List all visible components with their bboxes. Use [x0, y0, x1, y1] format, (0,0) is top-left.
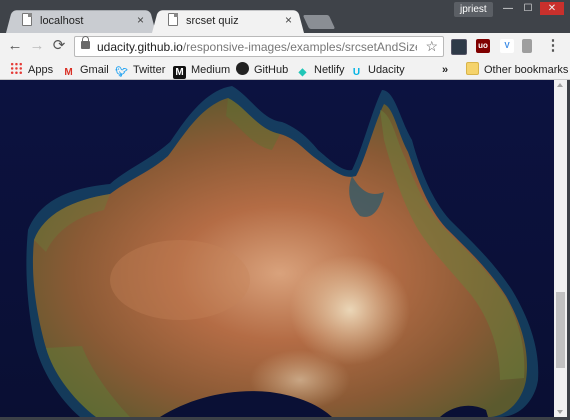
maximize-button[interactable]: ☐: [518, 2, 538, 15]
dark-ext-icon[interactable]: [451, 39, 467, 55]
tab-title: srcset quiz: [186, 15, 239, 27]
apps-grid-icon: [10, 62, 23, 75]
bookmarks-bar: Apps M Gmail 🐦︎ Twitter M Medium GitHub ◆ Ne…: [0, 60, 570, 80]
other-bookmarks[interactable]: Other bookmarks: [466, 62, 568, 78]
address-bar[interactable]: udacity.github.io/responsive-images/exam…: [74, 36, 444, 57]
bookmark-label: Medium: [191, 64, 231, 76]
bookmarks-overflow-button[interactable]: »: [442, 62, 448, 78]
bookmark-label: Twitter: [133, 64, 166, 76]
bookmark-github[interactable]: GitHub: [236, 62, 288, 78]
bookmark-label: GitHub: [254, 64, 289, 76]
reload-button[interactable]: ⟳: [50, 37, 68, 55]
medium-icon: M: [173, 66, 186, 79]
github-icon: [236, 62, 249, 75]
bookmark-netlify[interactable]: ◆ Netlify: [296, 62, 345, 78]
bookmark-label: Udacity: [368, 64, 405, 76]
browser-window: localhost × srcset quiz × jpriest — ☐ ✕ …: [0, 0, 570, 420]
minimize-button[interactable]: —: [498, 2, 518, 15]
tab-close-icon[interactable]: ×: [285, 13, 292, 27]
new-tab-button[interactable]: [302, 15, 336, 29]
scrollbar-thumb[interactable]: [556, 292, 565, 368]
ublock-icon[interactable]: uo: [476, 39, 490, 53]
bookmark-label: Gmail: [80, 64, 109, 76]
folder-icon: [466, 62, 479, 75]
url-host: udacity.github.io: [97, 40, 183, 54]
bookmark-medium[interactable]: M Medium: [173, 62, 231, 79]
udacity-icon: U: [352, 67, 361, 78]
url-path: /responsive-images/examples/srcsetAndSiz…: [182, 40, 417, 54]
title-bar: localhost × srcset quiz × jpriest — ☐ ✕: [0, 0, 570, 34]
tab-title: localhost: [40, 15, 84, 27]
bookmark-label: Netlify: [314, 64, 345, 76]
forward-button[interactable]: →: [28, 37, 46, 55]
bookmark-label: Other bookmarks: [484, 64, 569, 76]
bookmark-label: Apps: [28, 64, 54, 76]
bookmark-udacity[interactable]: U Udacity: [350, 62, 405, 78]
bookmark-apps[interactable]: Apps: [10, 62, 53, 78]
twitter-icon: 🐦︎: [115, 67, 128, 78]
vertical-scrollbar[interactable]: [554, 80, 567, 417]
tab-close-icon[interactable]: ×: [137, 13, 144, 27]
page-icon: [22, 13, 32, 26]
australia-satellite-image: [0, 80, 554, 417]
page-icon: [168, 13, 178, 26]
gmail-icon: M: [64, 67, 73, 78]
scroll-down-arrow-icon[interactable]: [557, 410, 563, 414]
close-window-button[interactable]: ✕: [540, 2, 564, 15]
bookmark-gmail[interactable]: M Gmail: [62, 62, 109, 78]
vue-devtools-icon[interactable]: V: [500, 39, 514, 53]
gray-ext-icon[interactable]: [522, 39, 532, 53]
toolbar: ← → ⟳ udacity.github.io/responsive-image…: [0, 33, 570, 60]
lock-icon: [81, 36, 90, 49]
tab-srcset-quiz[interactable]: srcset quiz ×: [152, 8, 304, 34]
menu-icon[interactable]: ⋮: [544, 37, 562, 55]
bookmark-twitter[interactable]: 🐦︎ Twitter: [115, 62, 165, 78]
url-text[interactable]: udacity.github.io/responsive-images/exam…: [97, 40, 417, 54]
netlify-icon: ◆: [298, 67, 307, 78]
page-content: [0, 80, 554, 417]
back-button[interactable]: ←: [6, 37, 24, 55]
bookmark-star-icon[interactable]: ☆: [425, 38, 438, 55]
profile-button[interactable]: jpriest: [454, 2, 493, 17]
scroll-up-arrow-icon[interactable]: [557, 83, 563, 87]
tab-localhost[interactable]: localhost ×: [6, 8, 156, 34]
